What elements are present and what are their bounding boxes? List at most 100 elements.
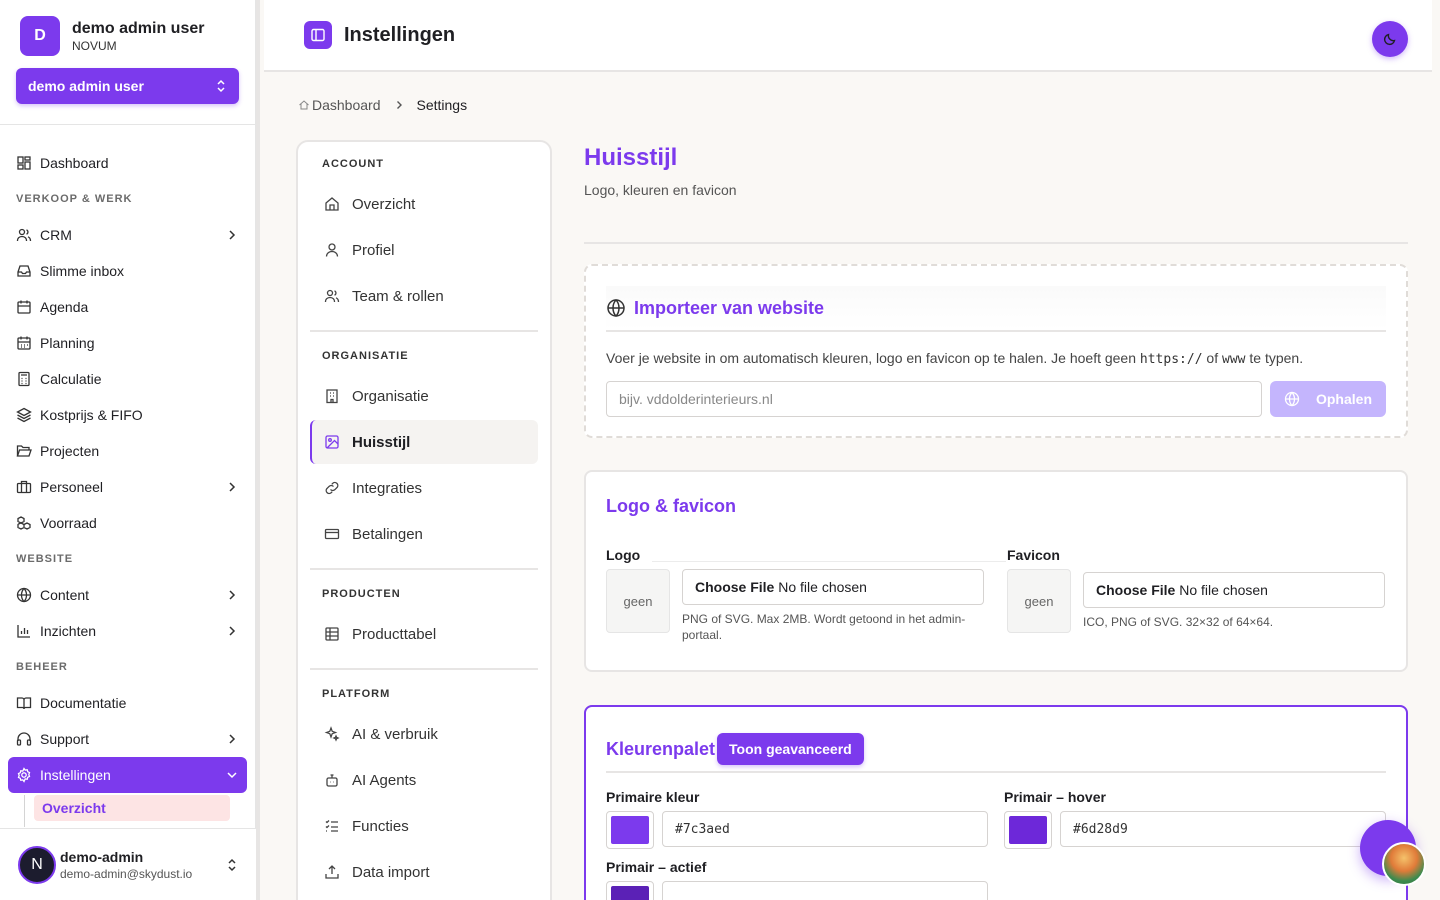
sidebar-item-dashboard[interactable]: Dashboard [8,145,247,181]
sidebar-item-projecten[interactable]: Projecten [8,433,247,469]
globe-icon [16,587,32,603]
sidebar-group-label: BEHEER [16,661,68,673]
chevron-right-icon [229,626,236,636]
settings-nav-producttabel[interactable]: Producttabel [310,612,538,656]
chevron-right-icon [229,482,236,492]
settings-nav-team[interactable]: Team & rollen [310,274,538,318]
favicon-label: Favicon [1007,547,1060,563]
main-content: Huisstijl Logo, kleuren en favicon Impor… [584,140,1408,900]
user-footer[interactable]: N demo-admin demo-admin@skydust.io [0,828,256,900]
settings-nav-overzicht[interactable]: Overzicht [310,182,538,226]
sidebar-item-content[interactable]: Content [8,577,247,613]
primary-active-input[interactable] [662,881,988,900]
settings-nav-agents[interactable]: AI Agents [310,758,538,802]
sidebar-toggle-button[interactable] [304,21,332,49]
user-name: demo-admin [60,848,144,865]
list-checks-icon [325,820,338,832]
logo-field: Logo geen Choose File No file chosen PNG… [606,547,1006,643]
settings-nav-huisstijl[interactable]: Huisstijl [310,420,538,464]
globe-icon [1284,391,1300,407]
users-icon [324,289,340,303]
settings-nav-functies[interactable]: Functies [310,804,538,848]
image-icon [325,435,339,449]
show-advanced-button[interactable]: Toon geavanceerd [717,733,864,765]
primary-hover-swatch[interactable] [1004,811,1052,849]
briefcase-icon [16,480,32,494]
building-icon [326,389,338,404]
sidebar-item-inzichten[interactable]: Inzichten [8,613,247,649]
primary-color-field: Primaire kleur #7c3aed [606,789,988,849]
primary-color-input[interactable]: #7c3aed [662,811,988,847]
sidebar-item-crm[interactable]: CRM [8,217,247,253]
primary-hover-input[interactable]: #6d28d9 [1060,811,1386,847]
section-divider [584,242,1408,244]
primary-active-field: Primair – actief [606,859,988,900]
sidebar-item-agenda[interactable]: Agenda [8,289,247,325]
account-org: NOVUM [72,38,117,53]
page-title: Instellingen [344,23,456,46]
globe-icon [607,298,625,318]
home-icon [325,197,339,211]
chevron-right-icon [229,230,236,240]
import-description: Voer je website in om automatisch kleure… [606,350,1304,367]
sidebar-item-personeel[interactable]: Personeel [8,469,247,505]
sidebar-item-calculatie[interactable]: Calculatie [8,361,247,397]
user-avatar: N [18,845,56,884]
sidebar-item-kostprijs[interactable]: Kostprijs & FIFO [8,397,247,433]
settings-nav-profiel[interactable]: Profiel [310,228,538,272]
section-title: Huisstijl [584,144,678,171]
settings-icon [17,767,31,783]
settings-nav-betalingen[interactable]: Betalingen [310,512,538,556]
chevrons-up-down-icon [215,79,227,93]
topbar: Instellingen [264,0,1432,72]
sidebar-item-voorraad[interactable]: Voorraad [8,505,247,541]
sidebar-rail[interactable] [256,0,260,900]
primary-active-swatch[interactable] [606,881,654,900]
settings-nav-integraties[interactable]: Integraties [310,466,538,510]
chevron-right-icon [396,101,402,109]
account-header: D demo admin user NOVUM [0,0,255,56]
import-title: Importeer van website [634,297,825,318]
inbox-icon [17,265,31,277]
account-switcher[interactable]: demo admin user [16,68,239,104]
logo-file-input[interactable]: Choose File No file chosen [682,569,984,605]
primary-color-swatch[interactable] [606,811,654,849]
chevron-right-icon [229,590,236,600]
settings-group-producten: PRODUCTEN [322,588,401,600]
chevron-right-icon [229,734,236,744]
settings-group-account: ACCOUNT [322,158,384,170]
breadcrumb: Dashboard Settings [298,97,467,113]
primary-hover-field: Primair – hover #6d28d9 [1004,789,1386,849]
chevron-down-icon [227,772,237,779]
upload-icon [325,865,339,879]
settings-nav-organisatie[interactable]: Organisatie [310,374,538,418]
calculator-icon [18,371,30,387]
fetch-button[interactable]: Ophalen [1270,381,1386,417]
sidebar-item-planning[interactable]: Planning [8,325,247,361]
assistant-avatar[interactable] [1382,842,1426,886]
folder-open-icon [16,445,32,457]
theme-toggle-button[interactable] [1372,21,1408,57]
sidebar-item-documentatie[interactable]: Documentatie [8,685,247,721]
account-name: demo admin user [72,19,205,37]
sidebar-subitem-overzicht[interactable]: Overzicht [34,795,230,821]
color-palette-card: Kleurenpalet Toon geavanceerd Primaire k… [584,705,1408,900]
settings-nav-import[interactable]: Data import [310,850,538,894]
settings-nav-ai[interactable]: AI & verbruik [310,712,538,756]
headphones-icon [16,732,32,746]
sidebar-item-inbox[interactable]: Slimme inbox [8,253,247,289]
sidebar-item-instellingen[interactable]: Instellingen [8,757,247,793]
favicon-file-input[interactable]: Choose File No file chosen [1083,572,1385,608]
link-icon [325,481,339,495]
website-url-input[interactable]: bijv. vddolderinterieurs.nl [606,381,1262,417]
bot-icon [326,774,338,787]
sidebar: D demo admin user NOVUM demo admin user … [0,0,256,900]
sidebar-item-support[interactable]: Support [8,721,247,757]
settings-group-organisatie: ORGANISATIE [322,350,409,362]
breadcrumb-home[interactable]: Dashboard [312,97,381,113]
user-email: demo-admin@skydust.io [60,866,193,881]
sparkles-icon [324,726,340,742]
account-avatar: D [20,16,60,56]
home-icon [299,100,309,110]
favicon-field: Favicon geen Choose File No file chosen … [1007,547,1386,643]
